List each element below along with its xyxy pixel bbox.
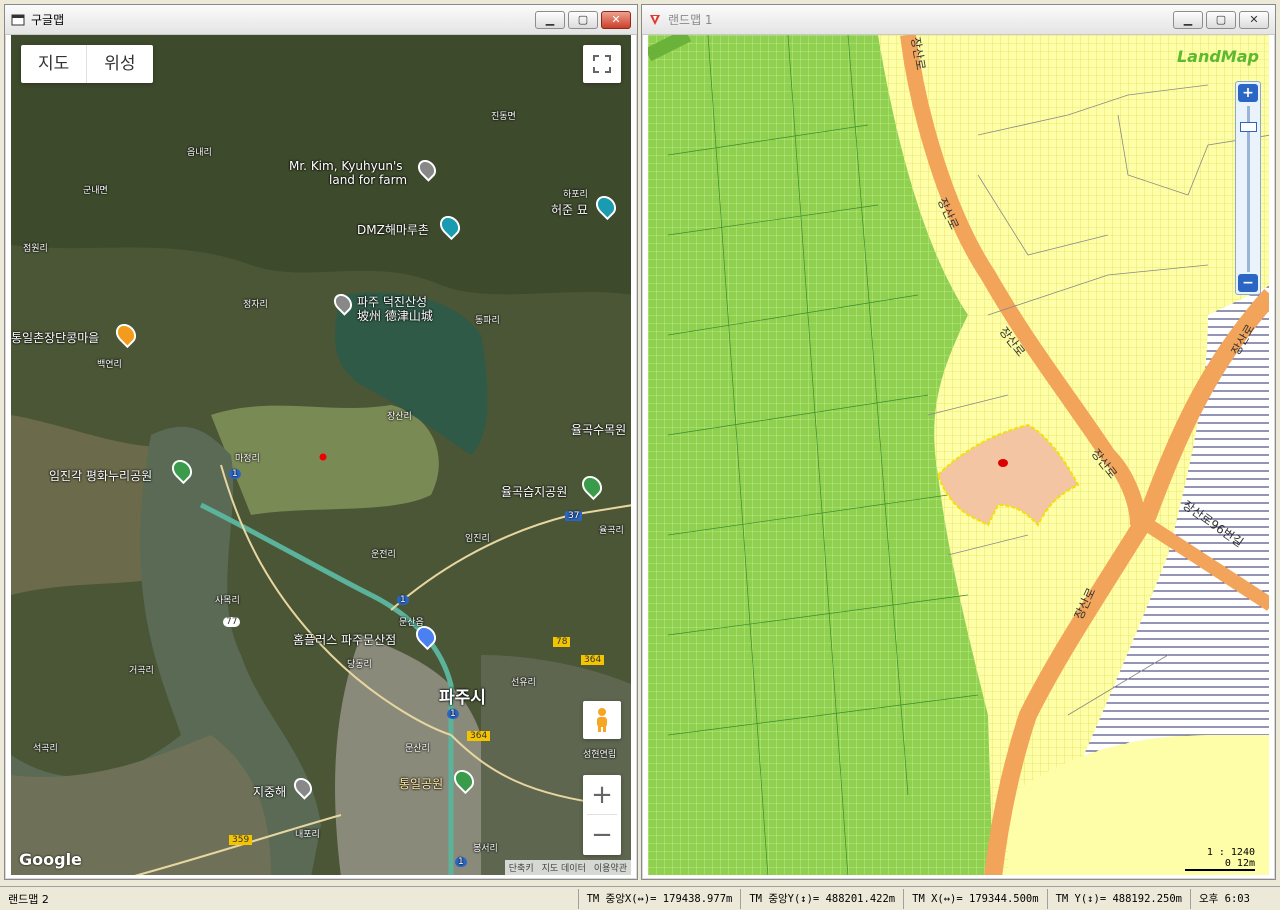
route-shield: 37 bbox=[565, 511, 583, 521]
street-view-pegman-button[interactable] bbox=[583, 701, 621, 739]
place-label: 문산리 bbox=[405, 744, 430, 754]
place-label: 장산리 bbox=[387, 412, 412, 422]
clock: 오후 6:03 bbox=[1190, 888, 1280, 909]
maximize-icon: ▢ bbox=[577, 13, 589, 26]
minimize-button[interactable]: ▁ bbox=[1173, 10, 1203, 29]
place-label: 봉서리 bbox=[473, 844, 498, 854]
place-label: 거곡리 bbox=[129, 666, 154, 676]
place-label: 통일촌장단콩마을 bbox=[11, 331, 100, 345]
window-title: 랜드맵 1 bbox=[668, 13, 713, 27]
zoom-out-button[interactable]: − bbox=[591, 815, 613, 855]
map-data-link[interactable]: 지도 데이터 bbox=[542, 861, 586, 874]
minimize-icon: ▁ bbox=[545, 13, 555, 26]
pegman-icon bbox=[597, 708, 607, 732]
app-icon bbox=[11, 13, 25, 27]
zoom-in-button[interactable]: + bbox=[1238, 84, 1258, 102]
zoom-out-button[interactable]: − bbox=[1238, 274, 1258, 292]
place-label: 사목리 bbox=[215, 596, 240, 606]
window-title: 구글맵 bbox=[31, 13, 65, 27]
place-label: 내포리 bbox=[295, 830, 320, 840]
route-shield: 359 bbox=[229, 835, 253, 845]
google-map-titlebar[interactable]: 구글맵 ▁ ▢ ✕ bbox=[5, 5, 637, 35]
close-icon: ✕ bbox=[1249, 13, 1259, 26]
place-label: 백연리 bbox=[97, 360, 122, 370]
zoom-control: + − bbox=[583, 775, 621, 855]
place-label: 임진각 평화누리공원 bbox=[49, 469, 153, 483]
satellite-map[interactable]: 지도 위성 + − 진동면 읍내리 군내면 점원리 Mr. Kim, Kyuhy… bbox=[11, 35, 631, 875]
google-logo: Google bbox=[19, 850, 82, 869]
route-shield: 1 bbox=[397, 595, 409, 605]
place-label: 율곡습지공원 bbox=[501, 485, 568, 499]
place-label: 진동면 bbox=[491, 112, 516, 122]
cadastral-map[interactable]: 장산로 장산로 장산로 장산로 장산로96번길 장산로 장산로 LandMap … bbox=[648, 35, 1269, 875]
zoom-thumb[interactable] bbox=[1240, 122, 1257, 132]
map-footer: 단축키 지도 데이터 이용약관 bbox=[504, 860, 631, 875]
fullscreen-icon bbox=[593, 55, 611, 73]
scale-bar: 0 12m bbox=[1185, 858, 1255, 871]
route-shield: 1 bbox=[229, 469, 241, 479]
place-label: 하포리 bbox=[563, 190, 588, 200]
place-label: 허준 묘 bbox=[551, 203, 588, 217]
minimize-button[interactable]: ▁ bbox=[535, 10, 565, 29]
route-shield: 78 bbox=[553, 637, 571, 647]
minimize-icon: ▁ bbox=[1183, 13, 1193, 26]
shortcuts-link[interactable]: 단축키 bbox=[509, 861, 534, 874]
tm-center-x: TM 중앙X(↔)= 179438.977m bbox=[577, 888, 741, 909]
map-type-satellite-button[interactable]: 위성 bbox=[86, 45, 152, 83]
tm-y: TM Y(↕)= 488192.250m bbox=[1046, 888, 1190, 909]
place-label: 읍내리 bbox=[187, 148, 212, 158]
fullscreen-button[interactable] bbox=[583, 45, 621, 83]
map-scale: 1 : 1240 0 12m bbox=[1185, 847, 1255, 871]
map-type-control: 지도 위성 bbox=[21, 45, 153, 83]
maximize-button[interactable]: ▢ bbox=[1206, 10, 1236, 29]
map-type-map-button[interactable]: 지도 bbox=[21, 45, 86, 83]
maximize-button[interactable]: ▢ bbox=[568, 10, 598, 29]
place-label: 율곡수목원 bbox=[571, 423, 627, 437]
place-label: 정자리 bbox=[243, 300, 268, 310]
scale-ratio: 1 : 1240 bbox=[1206, 847, 1255, 858]
place-label: 당동리 bbox=[347, 660, 372, 670]
place-label: 임진리 bbox=[465, 534, 490, 544]
landmap-titlebar[interactable]: 랜드맵 1 ▁ ▢ ✕ bbox=[642, 5, 1275, 35]
landmap-logo: LandMap bbox=[1176, 47, 1259, 66]
route-shield: 1 bbox=[455, 857, 467, 867]
place-label: land for farm bbox=[329, 173, 408, 187]
place-label: 석곡리 bbox=[33, 744, 58, 754]
route-shield: 1 bbox=[447, 709, 459, 719]
place-label: 운전리 bbox=[371, 550, 396, 560]
place-label: 지중해 bbox=[253, 785, 287, 799]
close-icon: ✕ bbox=[611, 13, 621, 26]
terms-link[interactable]: 이용약관 bbox=[594, 861, 627, 874]
status-active-window: 랜드맵 2 bbox=[8, 892, 49, 906]
place-label: 坡州 德津山城 bbox=[357, 309, 433, 323]
tm-center-y: TM 중앙Y(↕)= 488201.422m bbox=[740, 888, 903, 909]
close-button[interactable]: ✕ bbox=[601, 10, 631, 29]
landmap-window: 랜드맵 1 ▁ ▢ ✕ 장산로 장산로 장산로 장산로 장산로96번길 장산로 … bbox=[641, 4, 1276, 880]
place-label: 율곡리 bbox=[599, 526, 624, 536]
place-label: 홈플러스 파주문산점 bbox=[293, 633, 397, 647]
place-label: 동파리 bbox=[475, 316, 500, 326]
place-label: 통일공원 bbox=[399, 777, 444, 791]
tm-x: TM X(↔)= 179344.500m bbox=[903, 888, 1046, 909]
zoom-in-button[interactable]: + bbox=[587, 775, 617, 815]
place-label: DMZ해마루촌 bbox=[357, 223, 429, 237]
city-label: 파주시 bbox=[439, 688, 486, 708]
google-map-window: 구글맵 ▁ ▢ ✕ 지도 위성 + − 진동면 읍내리 군내면 점원리 Mr. … bbox=[4, 4, 638, 880]
cadastral-map-canvas bbox=[648, 35, 1269, 875]
place-label: 선유리 bbox=[511, 678, 536, 688]
route-shield: 364 bbox=[467, 731, 491, 741]
route-shield: 77 bbox=[223, 617, 241, 627]
zoom-slider[interactable]: + − bbox=[1235, 81, 1261, 295]
place-label: 성현연립 bbox=[583, 750, 617, 760]
status-bar: 랜드맵 2 TM 중앙X(↔)= 179438.977m TM 중앙Y(↕)= … bbox=[0, 886, 1280, 910]
close-button[interactable]: ✕ bbox=[1239, 10, 1269, 29]
place-label: 점원리 bbox=[23, 244, 48, 254]
place-label: 군내면 bbox=[83, 186, 108, 196]
maximize-icon: ▢ bbox=[1215, 13, 1227, 26]
route-shield: 364 bbox=[581, 655, 605, 665]
place-label: 마정리 bbox=[235, 454, 260, 464]
place-label: Mr. Kim, Kyuhyun's bbox=[289, 159, 403, 173]
landmap-app-icon bbox=[648, 13, 662, 27]
